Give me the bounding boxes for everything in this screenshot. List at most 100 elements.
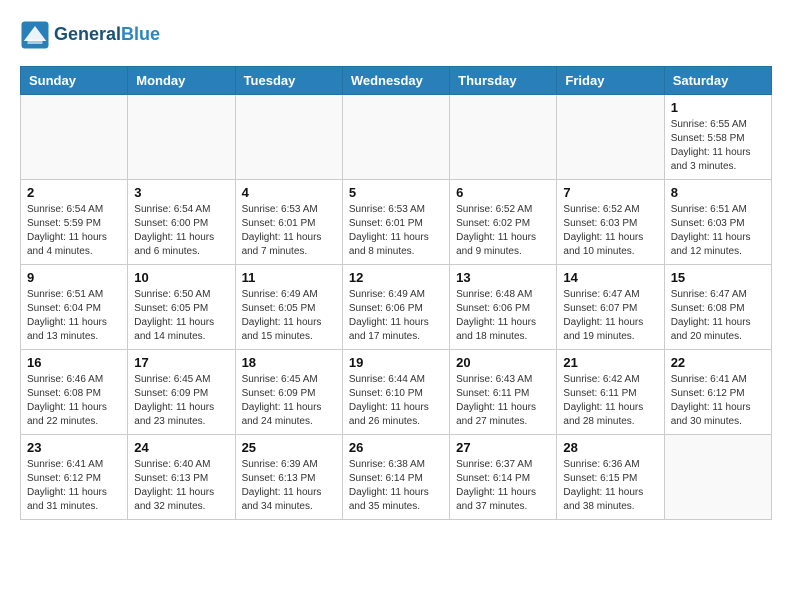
day-info: Sunrise: 6:47 AM Sunset: 6:08 PM Dayligh… xyxy=(671,288,765,344)
calendar-cell: 27 Sunrise: 6:37 AM Sunset: 6:14 PM Dayli… xyxy=(450,435,557,520)
calendar-cell: 14 Sunrise: 6:47 AM Sunset: 6:07 PM Dayli… xyxy=(557,265,664,350)
day-number: 10 xyxy=(134,270,228,285)
calendar-week-row: 2 Sunrise: 6:54 AM Sunset: 5:59 PM Daylig… xyxy=(21,180,772,265)
day-number: 8 xyxy=(671,185,765,200)
calendar-cell xyxy=(21,95,128,180)
day-number: 15 xyxy=(671,270,765,285)
calendar-cell: 3 Sunrise: 6:54 AM Sunset: 6:00 PM Daylig… xyxy=(128,180,235,265)
day-info: Sunrise: 6:49 AM Sunset: 6:05 PM Dayligh… xyxy=(242,288,336,344)
day-info: Sunrise: 6:44 AM Sunset: 6:10 PM Dayligh… xyxy=(349,373,443,429)
day-info: Sunrise: 6:41 AM Sunset: 6:12 PM Dayligh… xyxy=(671,373,765,429)
calendar-cell: 22 Sunrise: 6:41 AM Sunset: 6:12 PM Dayli… xyxy=(664,350,771,435)
calendar-week-row: 16 Sunrise: 6:46 AM Sunset: 6:08 PM Dayli… xyxy=(21,350,772,435)
calendar-cell: 12 Sunrise: 6:49 AM Sunset: 6:06 PM Dayli… xyxy=(342,265,449,350)
day-info: Sunrise: 6:40 AM Sunset: 6:13 PM Dayligh… xyxy=(134,458,228,514)
calendar-cell: 1 Sunrise: 6:55 AM Sunset: 5:58 PM Daylig… xyxy=(664,95,771,180)
day-number: 23 xyxy=(27,440,121,455)
calendar-cell: 20 Sunrise: 6:43 AM Sunset: 6:11 PM Dayli… xyxy=(450,350,557,435)
day-info: Sunrise: 6:48 AM Sunset: 6:06 PM Dayligh… xyxy=(456,288,550,344)
day-info: Sunrise: 6:50 AM Sunset: 6:05 PM Dayligh… xyxy=(134,288,228,344)
calendar-cell xyxy=(450,95,557,180)
day-info: Sunrise: 6:53 AM Sunset: 6:01 PM Dayligh… xyxy=(242,203,336,259)
calendar-cell: 5 Sunrise: 6:53 AM Sunset: 6:01 PM Daylig… xyxy=(342,180,449,265)
day-number: 16 xyxy=(27,355,121,370)
day-info: Sunrise: 6:55 AM Sunset: 5:58 PM Dayligh… xyxy=(671,118,765,174)
calendar-cell xyxy=(128,95,235,180)
day-info: Sunrise: 6:45 AM Sunset: 6:09 PM Dayligh… xyxy=(134,373,228,429)
day-number: 13 xyxy=(456,270,550,285)
day-info: Sunrise: 6:51 AM Sunset: 6:03 PM Dayligh… xyxy=(671,203,765,259)
calendar-cell: 13 Sunrise: 6:48 AM Sunset: 6:06 PM Dayli… xyxy=(450,265,557,350)
day-number: 12 xyxy=(349,270,443,285)
weekday-header-tuesday: Tuesday xyxy=(235,67,342,95)
calendar-cell xyxy=(664,435,771,520)
calendar-cell: 11 Sunrise: 6:49 AM Sunset: 6:05 PM Dayli… xyxy=(235,265,342,350)
calendar-cell: 4 Sunrise: 6:53 AM Sunset: 6:01 PM Daylig… xyxy=(235,180,342,265)
day-number: 26 xyxy=(349,440,443,455)
calendar-cell: 17 Sunrise: 6:45 AM Sunset: 6:09 PM Dayli… xyxy=(128,350,235,435)
day-info: Sunrise: 6:37 AM Sunset: 6:14 PM Dayligh… xyxy=(456,458,550,514)
day-info: Sunrise: 6:53 AM Sunset: 6:01 PM Dayligh… xyxy=(349,203,443,259)
day-number: 3 xyxy=(134,185,228,200)
day-info: Sunrise: 6:38 AM Sunset: 6:14 PM Dayligh… xyxy=(349,458,443,514)
calendar-cell: 7 Sunrise: 6:52 AM Sunset: 6:03 PM Daylig… xyxy=(557,180,664,265)
weekday-header-monday: Monday xyxy=(128,67,235,95)
calendar-week-row: 1 Sunrise: 6:55 AM Sunset: 5:58 PM Daylig… xyxy=(21,95,772,180)
weekday-header-saturday: Saturday xyxy=(664,67,771,95)
day-info: Sunrise: 6:52 AM Sunset: 6:02 PM Dayligh… xyxy=(456,203,550,259)
day-number: 6 xyxy=(456,185,550,200)
day-number: 7 xyxy=(563,185,657,200)
day-info: Sunrise: 6:39 AM Sunset: 6:13 PM Dayligh… xyxy=(242,458,336,514)
day-number: 20 xyxy=(456,355,550,370)
day-info: Sunrise: 6:49 AM Sunset: 6:06 PM Dayligh… xyxy=(349,288,443,344)
day-number: 4 xyxy=(242,185,336,200)
calendar-cell: 9 Sunrise: 6:51 AM Sunset: 6:04 PM Daylig… xyxy=(21,265,128,350)
calendar-cell: 28 Sunrise: 6:36 AM Sunset: 6:15 PM Dayli… xyxy=(557,435,664,520)
day-info: Sunrise: 6:54 AM Sunset: 5:59 PM Dayligh… xyxy=(27,203,121,259)
day-number: 5 xyxy=(349,185,443,200)
day-info: Sunrise: 6:45 AM Sunset: 6:09 PM Dayligh… xyxy=(242,373,336,429)
day-number: 18 xyxy=(242,355,336,370)
calendar-cell: 15 Sunrise: 6:47 AM Sunset: 6:08 PM Dayli… xyxy=(664,265,771,350)
calendar-cell: 8 Sunrise: 6:51 AM Sunset: 6:03 PM Daylig… xyxy=(664,180,771,265)
calendar-table: SundayMondayTuesdayWednesdayThursdayFrid… xyxy=(20,66,772,520)
calendar-cell: 23Sunrise: 6:41 AM Sunset: 6:12 PM Dayli… xyxy=(21,435,128,520)
day-number: 22 xyxy=(671,355,765,370)
weekday-header-thursday: Thursday xyxy=(450,67,557,95)
day-info: Sunrise: 6:51 AM Sunset: 6:04 PM Dayligh… xyxy=(27,288,121,344)
day-info: Sunrise: 6:52 AM Sunset: 6:03 PM Dayligh… xyxy=(563,203,657,259)
calendar-cell xyxy=(557,95,664,180)
calendar-cell: 26 Sunrise: 6:38 AM Sunset: 6:14 PM Dayli… xyxy=(342,435,449,520)
day-number: 25 xyxy=(242,440,336,455)
day-info: Sunrise: 6:36 AM Sunset: 6:15 PM Dayligh… xyxy=(563,458,657,514)
calendar-cell: 24Sunrise: 6:40 AM Sunset: 6:13 PM Dayli… xyxy=(128,435,235,520)
day-number: 28 xyxy=(563,440,657,455)
day-number: 27 xyxy=(456,440,550,455)
calendar-cell: 19Sunrise: 6:44 AM Sunset: 6:10 PM Dayli… xyxy=(342,350,449,435)
calendar-cell: 2 Sunrise: 6:54 AM Sunset: 5:59 PM Daylig… xyxy=(21,180,128,265)
calendar-week-row: 9 Sunrise: 6:51 AM Sunset: 6:04 PM Daylig… xyxy=(21,265,772,350)
day-number: 21 xyxy=(563,355,657,370)
calendar-cell xyxy=(235,95,342,180)
day-info: Sunrise: 6:54 AM Sunset: 6:00 PM Dayligh… xyxy=(134,203,228,259)
calendar-cell: 16 Sunrise: 6:46 AM Sunset: 6:08 PM Dayli… xyxy=(21,350,128,435)
weekday-header-friday: Friday xyxy=(557,67,664,95)
day-info: Sunrise: 6:42 AM Sunset: 6:11 PM Dayligh… xyxy=(563,373,657,429)
day-number: 1 xyxy=(671,100,765,115)
calendar-week-row: 23Sunrise: 6:41 AM Sunset: 6:12 PM Dayli… xyxy=(21,435,772,520)
day-number: 11 xyxy=(242,270,336,285)
day-number: 9 xyxy=(27,270,121,285)
day-number: 14 xyxy=(563,270,657,285)
day-info: Sunrise: 6:47 AM Sunset: 6:07 PM Dayligh… xyxy=(563,288,657,344)
calendar-cell: 21 Sunrise: 6:42 AM Sunset: 6:11 PM Dayli… xyxy=(557,350,664,435)
day-info: Sunrise: 6:46 AM Sunset: 6:08 PM Dayligh… xyxy=(27,373,121,429)
logo: GeneralBlue xyxy=(20,20,160,50)
calendar-cell: 10 Sunrise: 6:50 AM Sunset: 6:05 PM Dayli… xyxy=(128,265,235,350)
weekday-header-wednesday: Wednesday xyxy=(342,67,449,95)
logo-icon xyxy=(20,20,50,50)
calendar-cell: 6 Sunrise: 6:52 AM Sunset: 6:02 PM Daylig… xyxy=(450,180,557,265)
weekday-header-sunday: Sunday xyxy=(21,67,128,95)
day-number: 17 xyxy=(134,355,228,370)
day-info: Sunrise: 6:43 AM Sunset: 6:11 PM Dayligh… xyxy=(456,373,550,429)
day-number: 2 xyxy=(27,185,121,200)
